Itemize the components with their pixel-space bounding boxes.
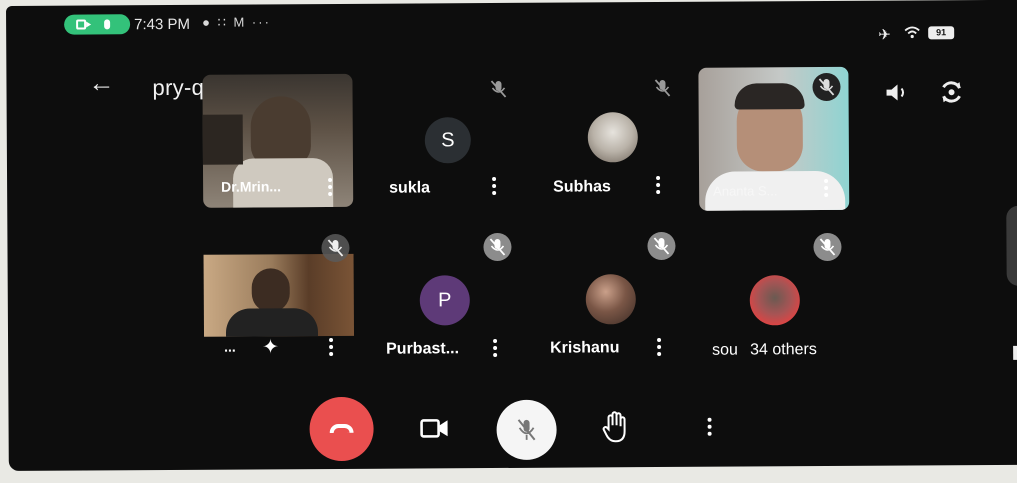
more-options-icon[interactable]	[327, 178, 333, 198]
avatar-letter: S	[441, 129, 455, 152]
switch-camera-icon[interactable]	[938, 79, 964, 105]
participant-tile[interactable]: Subhas	[530, 72, 681, 206]
end-call-button[interactable]	[309, 396, 374, 462]
ongoing-call-pill[interactable]	[64, 14, 131, 35]
raise-hand-button[interactable]	[600, 409, 630, 443]
mic-off-icon	[484, 75, 512, 103]
participant-video	[203, 253, 355, 337]
airplane-icon: ✈	[878, 26, 891, 44]
avatar-letter: P	[438, 289, 452, 312]
more-options-icon[interactable]	[656, 338, 662, 358]
side-handle[interactable]	[1006, 205, 1017, 286]
side-indicator	[1013, 345, 1017, 360]
mic-off-icon	[812, 72, 841, 102]
participant-video-hair	[734, 83, 805, 110]
more-options-icon[interactable]	[491, 177, 497, 197]
participant-name: sukla	[389, 179, 431, 197]
avatar	[585, 274, 636, 325]
participant-name: Subhas	[553, 178, 611, 196]
camera-button[interactable]	[413, 410, 453, 446]
meet-screen: 7:43 PM ● ∷ M ··· ✈ 91 ← pry-qnmr-yev Dr…	[6, 0, 1017, 471]
avatar	[749, 275, 800, 326]
camera-icon	[76, 19, 87, 30]
status-bar: 7:43 PM ● ∷ M ··· ✈ 91	[6, 0, 1017, 44]
participant-tile[interactable]: P Purbast...	[367, 229, 518, 362]
effects-sparkle-icon[interactable]: ✦	[262, 334, 279, 359]
speaker-icon[interactable]	[883, 80, 909, 104]
others-tile[interactable]: sou 34 others	[695, 227, 856, 360]
clock: 7:43 PM	[134, 15, 191, 34]
notification-icons: ● ∷ M ···	[202, 14, 271, 30]
battery-icon: 91	[928, 26, 955, 40]
battery-level: 91	[936, 27, 947, 38]
mic-off-icon	[321, 233, 350, 263]
participant-tile[interactable]: S sukla	[366, 73, 517, 207]
microphone-button[interactable]	[496, 399, 557, 461]
participant-tile[interactable]: Ananta S...	[698, 66, 850, 211]
avatar: S	[424, 117, 471, 164]
mic-icon	[104, 19, 111, 30]
avatar: P	[419, 275, 470, 326]
more-options-icon[interactable]	[655, 176, 661, 196]
participant-name: sou	[712, 341, 738, 359]
more-options-icon[interactable]	[823, 178, 829, 199]
mic-off-icon	[648, 74, 676, 102]
participant-tile[interactable]: ... ✦	[203, 230, 355, 363]
more-options-button[interactable]	[707, 417, 715, 440]
participant-tile[interactable]: Krishanu	[531, 228, 682, 361]
more-options-icon[interactable]	[492, 339, 498, 359]
others-count: 34 others	[750, 341, 817, 359]
mic-off-icon	[483, 232, 512, 262]
participant-name: Purbast...	[386, 340, 460, 358]
participant-name: Krishanu	[550, 339, 620, 357]
participant-name: Ananta S...	[713, 183, 778, 199]
participant-video	[250, 96, 311, 167]
wifi-icon	[904, 26, 920, 39]
participant-name: ...	[224, 338, 236, 355]
participant-tile[interactable]: Dr.Mrin...	[202, 73, 354, 208]
shelf	[202, 114, 243, 165]
mic-off-icon	[517, 419, 536, 441]
avatar	[587, 112, 638, 163]
mic-off-icon	[647, 231, 676, 261]
end-call-icon	[329, 423, 354, 434]
participant-name: Dr.Mrin...	[221, 178, 282, 195]
mic-off-icon	[813, 232, 842, 262]
back-arrow-icon[interactable]: ←	[88, 67, 114, 97]
more-options-icon[interactable]	[328, 338, 334, 358]
